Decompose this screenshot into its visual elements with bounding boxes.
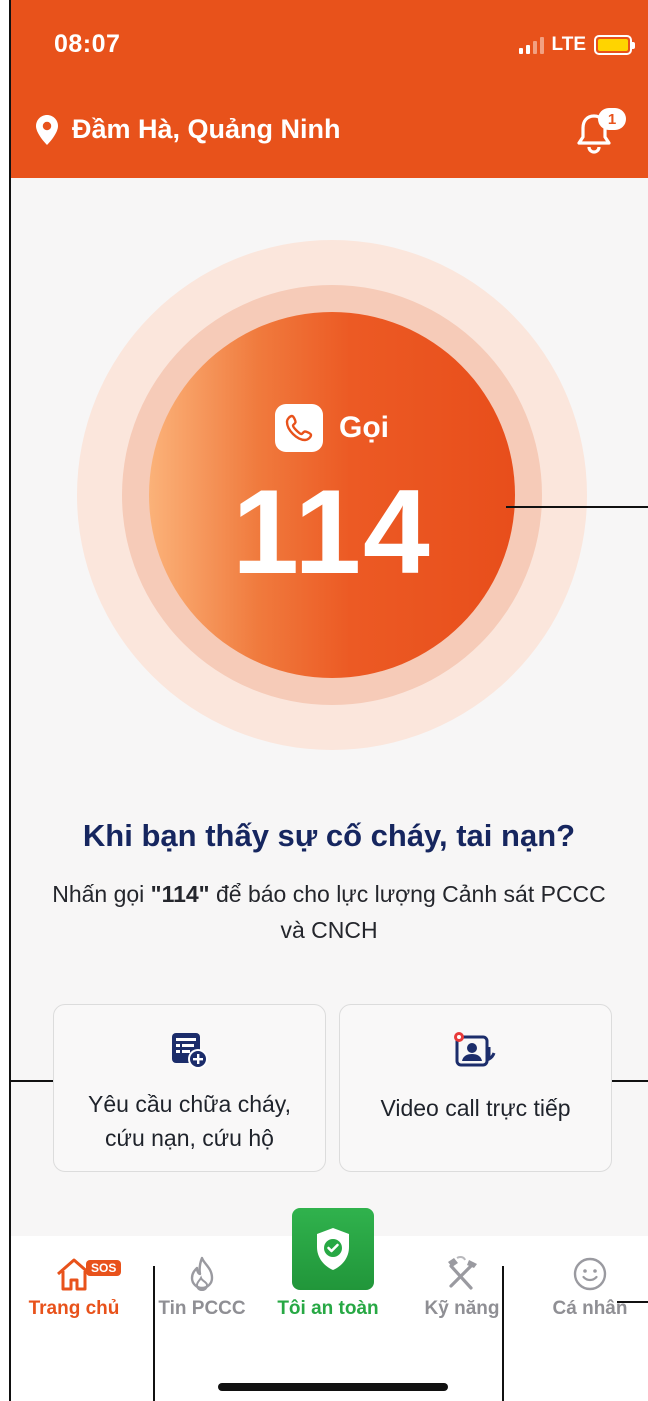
tab-safe[interactable]: Tôi an toàn	[268, 1252, 388, 1320]
callout-line	[10, 1080, 53, 1082]
tab-news-label: Tin PCCC	[158, 1298, 246, 1319]
frame-border	[9, 0, 11, 1401]
callout-line	[506, 506, 648, 508]
notification-button[interactable]: 1	[574, 108, 626, 154]
tab-news[interactable]: Tin PCCC	[142, 1252, 262, 1320]
tab-skills-label: Kỹ năng	[424, 1298, 500, 1319]
location-pin-icon	[36, 114, 58, 145]
desc-prefix: Nhấn gọi	[52, 881, 151, 907]
callout-line	[617, 1301, 648, 1303]
tab-home-label: Trang chủ	[28, 1298, 120, 1319]
tools-icon	[448, 1255, 477, 1290]
info-question: Khi bạn thấy sự cố cháy, tai nạn?	[82, 818, 576, 853]
phone-icon	[275, 404, 323, 452]
home-indicator[interactable]	[218, 1383, 448, 1391]
tab-safe-label: Tôi an toàn	[277, 1298, 379, 1319]
network-type: LTE	[551, 34, 586, 55]
location-selector[interactable]: Đầm Hà, Quảng Ninh	[36, 114, 341, 145]
tab-skills[interactable]: Kỹ năng	[402, 1252, 522, 1320]
call-heading: Gọi	[149, 404, 515, 452]
callout-line	[502, 1266, 504, 1401]
sos-badge: SOS	[86, 1260, 122, 1276]
signal-icon	[518, 36, 544, 54]
video-call-button[interactable]: Video call trực tiếp	[339, 1004, 612, 1172]
location-text: Đầm Hà, Quảng Ninh	[72, 114, 341, 144]
desc-number: "114"	[150, 881, 210, 907]
form-plus-icon	[171, 1033, 208, 1069]
status-icons: LTE	[518, 34, 635, 56]
fire-icon	[190, 1256, 214, 1292]
smiley-icon	[573, 1257, 607, 1291]
call-114-button[interactable]: Gọi 114	[149, 312, 515, 678]
video-call-label: Video call trực tiếp	[380, 1095, 571, 1121]
desc-suffix: để báo cho lực lượng Cảnh sát PCCC và CN…	[209, 881, 606, 943]
tab-profile[interactable]: Cá nhân	[530, 1252, 648, 1320]
notification-badge: 1	[598, 108, 626, 130]
status-time: 08:07	[54, 30, 121, 58]
rescue-request-button[interactable]: Yêu cầu chữa cháy, cứu nạn, cứu hộ	[53, 1004, 326, 1172]
header: 08:07 LTE Đầm Hà, Quảng Ninh 1	[10, 0, 648, 178]
info-description: Nhấn gọi "114" để báo cho lực lượng Cảnh…	[50, 876, 608, 948]
rescue-request-label: Yêu cầu chữa cháy, cứu nạn, cứu hộ	[88, 1091, 291, 1151]
call-label: Gọi	[339, 411, 389, 444]
app-screen: 08:07 LTE Đầm Hà, Quảng Ninh 1 Gọi 114 K…	[10, 0, 648, 1401]
call-number: 114	[232, 465, 432, 599]
callout-line	[153, 1266, 155, 1401]
callout-line	[612, 1080, 648, 1082]
video-call-icon	[453, 1032, 495, 1067]
battery-icon	[594, 35, 635, 55]
